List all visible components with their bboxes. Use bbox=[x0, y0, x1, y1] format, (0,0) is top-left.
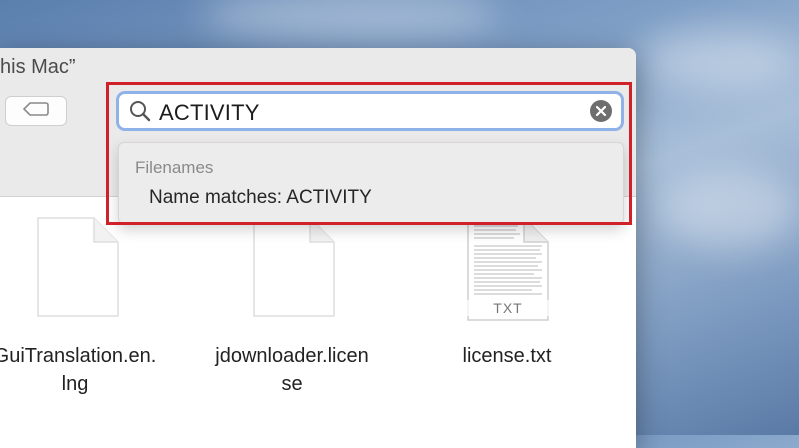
suggestion-item[interactable]: Name matches: ACTIVITY bbox=[149, 187, 372, 209]
search-input[interactable]: ACTIVITY bbox=[159, 100, 260, 126]
document-icon[interactable] bbox=[36, 216, 120, 323]
search-field[interactable]: ACTIVITY bbox=[116, 91, 624, 131]
tag-icon bbox=[22, 101, 50, 122]
tag-button[interactable] bbox=[5, 96, 67, 126]
clear-circle-icon[interactable] bbox=[589, 99, 613, 123]
file-name-line: license.txt bbox=[462, 345, 552, 367]
desktop-cloud bbox=[640, 30, 799, 90]
desktop-cloud bbox=[200, 0, 500, 40]
suggestions-header: Filenames bbox=[135, 158, 214, 177]
finder-window: his Mac” ACTIVITY GuiTranslation.en. lng… bbox=[0, 48, 636, 448]
document-icon[interactable] bbox=[252, 216, 336, 323]
file-name[interactable]: license.txt bbox=[412, 342, 602, 370]
file-name[interactable]: jdownloader.licen se bbox=[197, 342, 387, 398]
file-name-line: jdownloader.licen bbox=[215, 345, 369, 367]
search-icon bbox=[129, 100, 151, 122]
file-name[interactable]: GuiTranslation.en. lng bbox=[0, 342, 170, 398]
search-suggestions-menu: Filenames Name matches: ACTIVITY bbox=[118, 142, 624, 224]
window-title: his Mac” bbox=[0, 56, 76, 78]
text-file-icon[interactable]: TXT bbox=[466, 216, 550, 327]
desktop-cloud bbox=[660, 170, 799, 250]
file-name-line: GuiTranslation.en. bbox=[0, 345, 157, 367]
txt-badge: TXT bbox=[466, 300, 550, 316]
file-name-line: lng bbox=[61, 373, 89, 395]
file-name-line: se bbox=[281, 373, 303, 395]
